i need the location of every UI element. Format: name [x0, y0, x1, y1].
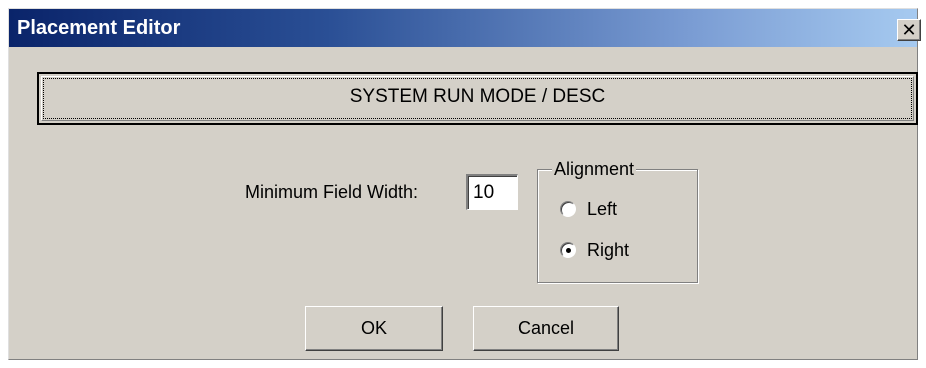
radio-right-circle[interactable]	[560, 242, 576, 258]
radio-left-label[interactable]: Left	[587, 198, 617, 220]
window-title: Placement Editor	[17, 17, 181, 39]
radio-right-label[interactable]: Right	[587, 239, 629, 261]
cancel-button[interactable]: Cancel	[473, 306, 619, 351]
radio-left-circle[interactable]	[560, 201, 576, 217]
field-select-button[interactable]: SYSTEM RUN MODE / DESC	[37, 72, 918, 125]
alignment-group: Alignment Left Right	[537, 158, 698, 283]
close-button[interactable]: ✕	[897, 19, 921, 41]
field-button-label: SYSTEM RUN MODE / DESC	[349, 86, 606, 107]
min-field-width-label: Minimum Field Width:	[245, 182, 419, 202]
placement-editor-dialog: Placement Editor ✕ SYSTEM RUN MODE / DES…	[8, 8, 921, 360]
min-field-width-input[interactable]	[466, 174, 518, 210]
title-bar[interactable]: Placement Editor ✕	[9, 9, 921, 47]
alignment-group-legend: Alignment	[552, 158, 637, 180]
radio-selected-dot	[566, 248, 571, 253]
ok-button[interactable]: OK	[305, 306, 443, 351]
close-icon: ✕	[901, 20, 917, 40]
